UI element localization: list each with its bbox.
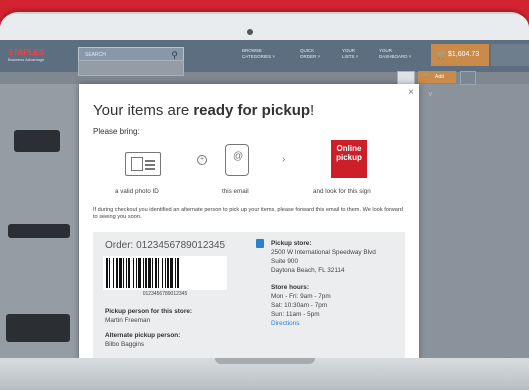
nav-label: LISTS bbox=[342, 54, 355, 59]
nav-label: CATEGORIES bbox=[242, 54, 272, 59]
chevron-down-icon[interactable]: ˅ bbox=[428, 90, 433, 99]
pickup-email-modal: × Your items are ready for pickup! Pleas… bbox=[79, 84, 419, 358]
product-image-monitors[interactable] bbox=[6, 314, 70, 342]
chevron-right-icon: › bbox=[282, 154, 286, 165]
nav-your-lists[interactable]: YOUR LISTS ˅ bbox=[342, 48, 358, 60]
modal-title: Your items are ready for pickup! bbox=[93, 102, 314, 119]
order-details-card: Order: 0123456789012345 0123456789012345… bbox=[93, 232, 405, 358]
alternate-person-note: If during checkout you identified an alt… bbox=[93, 207, 403, 220]
store-address-line1: 2500 W International Speedway Blvd bbox=[271, 249, 376, 256]
title-bold: ready for pickup bbox=[193, 102, 311, 119]
list-icon[interactable] bbox=[460, 71, 476, 85]
store-hours-weekday: Mon - Fri: 9am - 7pm bbox=[271, 293, 331, 300]
nav-quick-order[interactable]: QUICK ORDER ˅ bbox=[300, 48, 320, 60]
alternate-person-label: Alternate pickup person: bbox=[105, 332, 181, 339]
add-to-cart-button[interactable]: 🛒 Add bbox=[418, 71, 456, 83]
pickup-person-name: Martin Freeman bbox=[105, 317, 151, 324]
cart-icon: 🛒 bbox=[437, 50, 447, 59]
account-area[interactable] bbox=[491, 44, 529, 66]
cart-total: $1,604.73 bbox=[448, 51, 480, 58]
online-pickup-sign: Online pickup bbox=[331, 140, 367, 178]
product-list bbox=[0, 84, 78, 358]
laptop-screen: STAPLES Business Advantage SEARCH ⚲ BROW… bbox=[0, 40, 529, 358]
quantity-input[interactable] bbox=[397, 71, 415, 85]
caption-email: this email bbox=[222, 188, 249, 195]
nav-label: DASHBOARD bbox=[379, 54, 408, 59]
laptop-notch bbox=[215, 358, 315, 364]
plus-icon: + bbox=[197, 155, 207, 165]
cart-icon: 🛒 bbox=[423, 73, 430, 79]
nav-browse-categories[interactable]: BROWSE CATEGORIES ˅ bbox=[242, 48, 275, 60]
phone-email-icon: @ bbox=[225, 144, 249, 176]
close-icon[interactable]: × bbox=[406, 88, 416, 98]
site-logo[interactable]: STAPLES bbox=[8, 48, 44, 57]
store-hours-sunday: Sun: 11am - 5pm bbox=[271, 311, 320, 318]
product-image-tape-dispenser[interactable] bbox=[14, 130, 60, 152]
order-number: Order: 0123456789012345 bbox=[105, 240, 226, 251]
barcode bbox=[103, 256, 227, 290]
site-logo-subtitle: Business Advantage bbox=[8, 57, 45, 62]
right-column bbox=[420, 84, 529, 358]
directions-link[interactable]: Directions bbox=[271, 320, 299, 327]
add-label: Add bbox=[435, 74, 444, 80]
alternate-person-name: Bilbo Baggins bbox=[105, 341, 145, 348]
store-address-line2: Suite 900 bbox=[271, 258, 299, 265]
store-address-line3: Daytona Beach, FL 32114 bbox=[271, 267, 345, 274]
photo-id-icon bbox=[125, 152, 161, 176]
search-placeholder: SEARCH bbox=[85, 52, 106, 58]
caption-photo-id: a valid photo ID bbox=[115, 188, 159, 195]
barcode-number: 0123456789012345 bbox=[142, 291, 188, 297]
title-prefix: Your items are bbox=[93, 102, 194, 119]
product-image-printer[interactable] bbox=[8, 224, 70, 238]
store-hours-saturday: Sat: 10:30am - 7pm bbox=[271, 302, 328, 309]
nav-label: ORDER bbox=[300, 54, 317, 59]
store-hours-label: Store hours: bbox=[271, 284, 309, 291]
nav-your-dashboard[interactable]: YOUR DASHBOARD ˅ bbox=[379, 48, 411, 60]
filter-field[interactable] bbox=[78, 60, 184, 76]
title-suffix: ! bbox=[310, 102, 315, 119]
caption-sign: and look for this sign bbox=[313, 188, 371, 195]
shopping-bag-icon bbox=[256, 239, 264, 248]
pickup-store-label: Pickup store: bbox=[271, 240, 312, 247]
pickup-person-label: Pickup person for this store: bbox=[105, 308, 192, 315]
please-bring-label: Please bring: bbox=[93, 127, 140, 136]
cart-button[interactable]: 🛒 $1,604.73 bbox=[431, 44, 489, 66]
webcam-icon bbox=[247, 29, 253, 35]
